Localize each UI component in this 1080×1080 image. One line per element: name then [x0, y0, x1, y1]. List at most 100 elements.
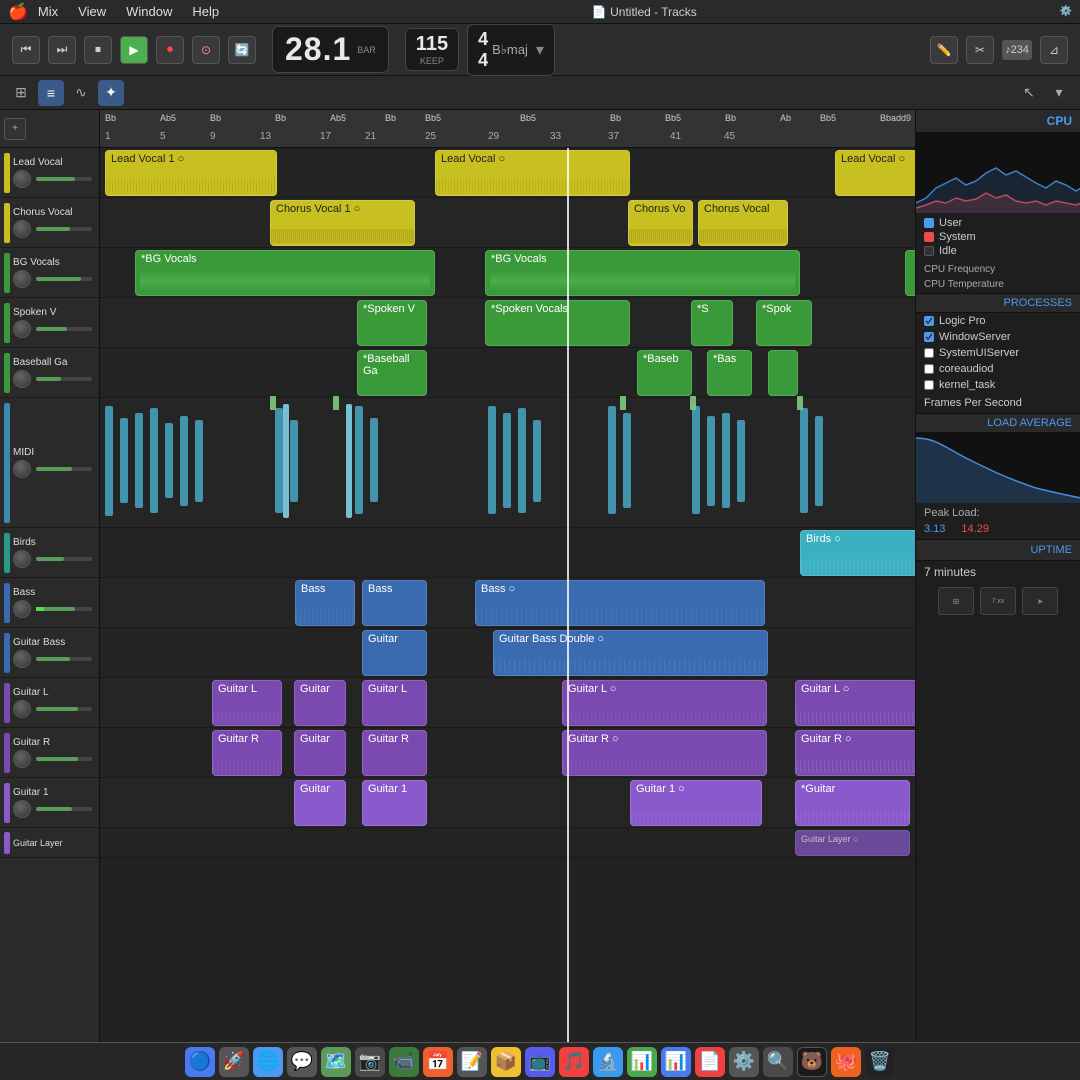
dock-appstore[interactable]: 📦	[491, 1047, 521, 1077]
process-checkbox-ws[interactable]	[924, 332, 934, 342]
region-guitar-r-2[interactable]: Guitar	[294, 730, 346, 776]
region-bass-2[interactable]: Bass	[362, 580, 427, 626]
track-header-guitar-layer[interactable]: Guitar Layer	[0, 828, 99, 858]
midi-block[interactable]	[503, 413, 511, 508]
stop-button[interactable]: ⏹	[84, 36, 112, 64]
track-header-baseball[interactable]: Baseball Ga	[0, 348, 99, 398]
track-volume-knob[interactable]	[13, 370, 31, 388]
process-checkbox-sui[interactable]	[924, 348, 934, 358]
midi-block[interactable]	[165, 423, 173, 498]
position-display[interactable]: 28.1 BAR	[272, 26, 389, 73]
region-spoken-s[interactable]: *S	[691, 300, 733, 346]
fast-forward-button[interactable]: ⏭	[48, 36, 76, 64]
dock-maps[interactable]: 🗺️	[321, 1047, 351, 1077]
tempo-display[interactable]: 115 KEEP	[405, 28, 459, 71]
dock-photos[interactable]: 📷	[355, 1047, 385, 1077]
track-fader[interactable]	[36, 327, 92, 331]
track-fader[interactable]	[36, 657, 92, 661]
track-volume-knob[interactable]	[13, 320, 31, 338]
midi-block[interactable]	[120, 418, 128, 503]
midi-block[interactable]	[692, 406, 700, 514]
region-bg-vocals-2[interactable]: *BG Vocals	[485, 250, 800, 296]
track-volume-knob[interactable]	[13, 170, 31, 188]
region-bg-vocals-3[interactable]	[905, 250, 915, 296]
region-guitar-r-5[interactable]: Guitar R ○	[795, 730, 915, 776]
track-volume-knob[interactable]	[13, 460, 31, 478]
activity-icon-2[interactable]: 7:xx	[980, 587, 1016, 615]
midi-block[interactable]	[722, 413, 730, 508]
dock-launchpad[interactable]: 🚀	[219, 1047, 249, 1077]
region-chorus-vocal-2[interactable]: Chorus Vocal	[698, 200, 788, 246]
process-checkbox-ca[interactable]	[924, 364, 934, 374]
dropdown-arrow[interactable]: ▾	[536, 40, 544, 60]
dock-messages[interactable]: 💬	[287, 1047, 317, 1077]
track-volume-knob[interactable]	[13, 750, 31, 768]
region-guitar1-2[interactable]: Guitar 1	[362, 780, 427, 826]
track-header-guitar-bass[interactable]: Guitar Bass	[0, 628, 99, 678]
track-add-button[interactable]: +	[4, 118, 26, 140]
track-header-lead-vocal[interactable]: Lead Vocal	[0, 148, 99, 198]
dock-magnifier[interactable]: 🔍	[763, 1047, 793, 1077]
region-lead-vocal-1[interactable]: Lead Vocal 1 ○	[105, 150, 277, 196]
dock-apple-tv[interactable]: 📺	[525, 1047, 555, 1077]
track-fader[interactable]	[36, 707, 92, 711]
dock-gitkraken[interactable]: 🐙	[831, 1047, 861, 1077]
play-button[interactable]: ▶	[120, 36, 148, 64]
dock-excel[interactable]: 📊	[627, 1047, 657, 1077]
region-chorus-vocal-1[interactable]: Chorus Vocal 1 ○	[270, 200, 415, 246]
dock-calendar[interactable]: 📅	[423, 1047, 453, 1077]
region-guitar-1[interactable]: Guitar	[362, 630, 427, 676]
midi-block[interactable]	[608, 406, 616, 514]
track-volume-knob[interactable]	[13, 700, 31, 718]
menu-view[interactable]: View	[68, 4, 116, 19]
capture-button[interactable]: ⊙	[192, 36, 220, 64]
midi-block[interactable]	[533, 420, 541, 502]
cycle-button[interactable]: 🔄	[228, 36, 256, 64]
scissors-tool[interactable]: ✂	[966, 36, 994, 64]
region-guitar-l-2[interactable]: Guitar	[294, 680, 346, 726]
track-volume-knob[interactable]	[13, 600, 31, 618]
time-signature[interactable]: 4 4 B♭maj ▾	[467, 24, 555, 76]
region-baseball-2[interactable]: *Baseb	[637, 350, 692, 396]
midi-block[interactable]	[290, 420, 298, 502]
track-header-spoken[interactable]: Spoken V	[0, 298, 99, 348]
midi-block[interactable]	[275, 408, 283, 513]
dock-notes[interactable]: 📝	[457, 1047, 487, 1077]
track-volume-knob[interactable]	[13, 650, 31, 668]
region-guitar-r-4[interactable]: Guitar R ○	[562, 730, 767, 776]
region-guitar-l-4[interactable]: Guitar L ○	[562, 680, 767, 726]
region-guitar-l-1[interactable]: Guitar L	[212, 680, 282, 726]
region-lead-vocal-2[interactable]: Lead Vocal ○	[435, 150, 630, 196]
process-checkbox-logic[interactable]	[924, 316, 934, 326]
midi-block[interactable]	[488, 406, 496, 514]
region-guitar-r-3[interactable]: Guitar R	[362, 730, 427, 776]
dock-system-prefs[interactable]: ⚙️	[729, 1047, 759, 1077]
dock-facetime[interactable]: 📹	[389, 1047, 419, 1077]
midi-block[interactable]	[623, 413, 631, 508]
list-tool[interactable]: ≡	[38, 80, 64, 106]
track-fader[interactable]	[36, 227, 92, 231]
track-fader[interactable]	[36, 757, 92, 761]
mode-dropdown[interactable]: ▾	[1046, 80, 1072, 106]
dock-appstore2[interactable]: 🔬	[593, 1047, 623, 1077]
menu-mix[interactable]: Mix	[28, 4, 68, 19]
track-header-bg-vocals[interactable]: BG Vocals	[0, 248, 99, 298]
region-guitar-r-1[interactable]: Guitar R	[212, 730, 282, 776]
midi-block[interactable]	[370, 418, 378, 502]
midi-accent-block[interactable]	[346, 404, 352, 518]
menu-window[interactable]: Window	[116, 4, 182, 19]
pencil-tool[interactable]: ✏️	[930, 36, 958, 64]
track-fader[interactable]	[36, 277, 92, 281]
midi-block[interactable]	[815, 416, 823, 506]
region-lead-vocal-3[interactable]: Lead Vocal ○	[835, 150, 915, 196]
dock-safari[interactable]: 🌐	[253, 1047, 283, 1077]
midi-block[interactable]	[707, 416, 715, 506]
track-header-guitar-l[interactable]: Guitar L	[0, 678, 99, 728]
track-header-guitar-r[interactable]: Guitar R	[0, 728, 99, 778]
track-volume-knob[interactable]	[13, 550, 31, 568]
dock-finder[interactable]: 🔵	[185, 1047, 215, 1077]
midi-block[interactable]	[150, 408, 158, 513]
region-guitar-l-5[interactable]: Guitar L ○	[795, 680, 915, 726]
track-fader[interactable]	[36, 557, 92, 561]
midi-block[interactable]	[518, 408, 526, 513]
